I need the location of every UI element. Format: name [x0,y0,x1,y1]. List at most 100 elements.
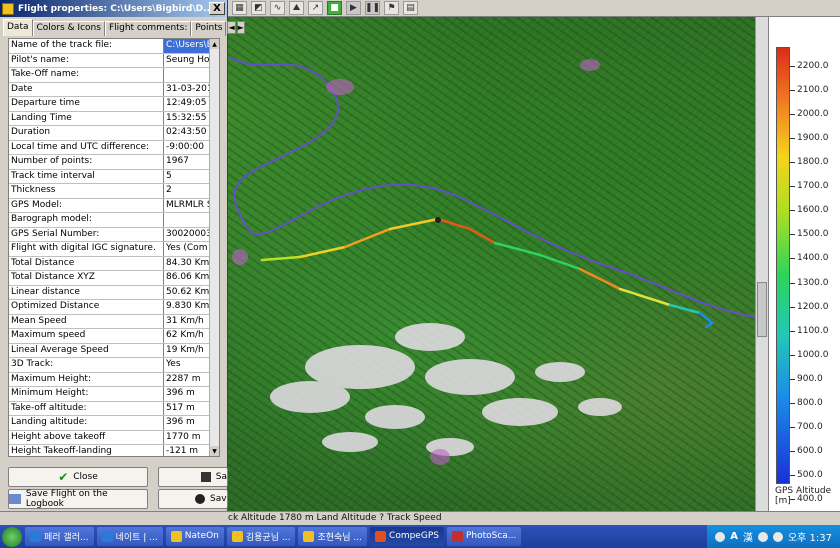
property-key: Barograph model: [9,213,164,227]
network-icon[interactable] [715,531,726,542]
tab-scroll-left-icon[interactable]: ◄ [227,21,236,34]
property-row[interactable]: Mean Speed 31 Km/h [9,314,219,329]
property-row[interactable]: Flight with digital IGC signature. Yes (C… [9,242,219,257]
save-button[interactable]: Sa [158,467,228,487]
tab-colors-icons[interactable]: Colors & Icons [32,21,105,36]
clock[interactable]: 오후 1:37 [788,529,832,544]
help-icon[interactable] [772,531,783,542]
close-button[interactable]: ✔ Close [8,467,148,487]
scale-tick-label: 1800.0 [797,157,829,168]
close-window-button[interactable]: X [209,2,225,15]
property-row[interactable]: Optimized Distance 9.830 Km [9,300,219,315]
property-row[interactable]: Maximum speed 62 Km/h [9,329,219,344]
property-row[interactable]: Take-off altitude: 517 m [9,401,219,416]
property-row[interactable]: Number of points: 1967 [9,155,219,170]
scale-tick [790,162,795,164]
profile-icon[interactable]: ⛰ [289,1,304,15]
property-row[interactable]: GPS Model: MLRMLR S [9,198,219,213]
grid-vertical-scrollbar[interactable]: ▲ ▼ [209,39,219,456]
scale-tick-label: 1900.0 [797,133,829,144]
property-key: Pilot's name: [9,53,164,67]
scale-tick-label: 900.0 [797,373,823,384]
map-vertical-scrollbar[interactable] [755,17,768,511]
scale-tick-label: 2000.0 [797,109,829,120]
taskbar-item[interactable]: CompeGPS [370,526,444,546]
scale-tick-label: 1500.0 [797,229,829,240]
ime-indicator[interactable]: A [730,531,738,542]
property-row[interactable]: Barograph model: [9,213,219,228]
pause-icon[interactable]: ❚❚ [365,1,380,15]
flag-icon[interactable]: ⚑ [384,1,399,15]
scale-title-text: GPS Altitude [775,486,832,496]
scale-tick [790,186,795,188]
start-button[interactable] [2,526,22,547]
dialog-titlebar[interactable]: Flight properties: C:\Users\Bigbird\D...… [0,0,227,17]
property-key: Track time interval [9,169,164,183]
scale-tick [790,354,795,356]
taskbar-item[interactable]: 조현숙님 ... [298,526,368,546]
property-row[interactable]: 3D Track: Yes [9,358,219,373]
taskbar-item[interactable]: 김용균님 ... [226,526,296,546]
satellite-icon[interactable]: ◩ [251,1,266,15]
taskbar-item[interactable]: 네이트 | ... [96,526,163,546]
property-row[interactable]: Landing Time 15:32:55 [9,111,219,126]
scroll-up-arrow-icon[interactable]: ▲ [210,39,219,49]
graph-icon[interactable]: ↗ [308,1,323,15]
scroll-down-arrow-icon[interactable]: ▼ [210,446,219,456]
taskbar-item[interactable]: NateOn [165,526,224,546]
settings-icon[interactable]: ▤ [403,1,418,15]
tab-data[interactable]: Data [3,19,33,36]
record-icon[interactable]: ■ [327,1,342,15]
hanja-indicator[interactable]: 漢 [743,529,753,544]
play-icon[interactable]: ▶ [346,1,361,15]
property-row[interactable]: Local time and UTC difference: -9:00:00 [9,140,219,155]
property-row[interactable]: Height Takeoff-landing -121 m [9,445,219,456]
property-row[interactable]: Track time interval 5 [9,169,219,184]
property-row[interactable]: Take-Off name: [9,68,219,83]
property-key: Departure time [9,97,164,111]
save-logbook-label: Save Flight on the Logbook [25,489,108,509]
property-row[interactable]: Total Distance XYZ 86.06 Km [9,271,219,286]
track-icon[interactable]: ∿ [270,1,285,15]
property-row[interactable]: Total Distance 84.30 Km [9,256,219,271]
property-key: Take-Off name: [9,68,164,82]
app-icon [451,530,463,542]
property-row[interactable]: GPS Serial Number: 300200030 [9,227,219,242]
property-key: Maximum Height: [9,372,164,386]
dialog-title: Flight properties: C:\Users\Bigbird\D... [18,3,209,14]
taskbar-item[interactable]: PhotoSca... [446,526,522,546]
property-row[interactable]: Pilot's name: Seung Ho \ [9,53,219,68]
app-icon [303,530,315,542]
save-variant-button[interactable]: Sav [158,489,228,509]
tab-scroll-right-icon[interactable]: ► [236,21,245,34]
scale-tick [790,282,795,284]
property-key: Landing altitude: [9,416,164,430]
map-icon[interactable]: ▦ [232,1,247,15]
property-key: Local time and UTC difference: [9,140,164,154]
property-row[interactable]: Minimum Height: 396 m [9,387,219,402]
property-row[interactable]: Date 31-03-2014 [9,82,219,97]
property-row[interactable]: Landing altitude: 396 m [9,416,219,431]
app-icon [375,530,387,542]
property-row[interactable]: Name of the track file: C:\Users\B [9,39,219,54]
property-row[interactable]: Lineal Average Speed 19 Km/h [9,343,219,358]
property-row[interactable]: Linear distance 50.62 Km [9,285,219,300]
property-row[interactable]: Maximum Height: 2287 m [9,372,219,387]
property-row[interactable]: Departure time 12:49:05 [9,97,219,112]
main-toolbar: ▦ ◩ ∿ ⛰ ↗ ■ ▶ ❚❚ ⚑ ▤ [228,0,840,17]
property-row[interactable]: Height above takeoff 1770 m [9,430,219,445]
tab-flight-comments[interactable]: Flight comments: [104,21,192,36]
property-key: Duration [9,126,164,140]
property-row[interactable]: Thickness 2 [9,184,219,199]
taskbar-item-label: 네이트 | ... [115,532,158,543]
taskbar-item[interactable]: 페러 갤러... [25,526,94,546]
save-logbook-button[interactable]: Save Flight on the Logbook [8,489,148,509]
property-key: Name of the track file: [9,39,164,53]
property-row[interactable]: Duration 02:43:50 [9,126,219,141]
property-key: Lineal Average Speed [9,343,164,357]
scale-tick-label: 2100.0 [797,85,829,96]
scrollbar-thumb[interactable] [757,282,767,337]
messenger-icon[interactable] [757,531,768,542]
properties-grid[interactable]: Name of the track file: C:\Users\B Pilot's… [8,38,220,457]
tab-points[interactable]: Points [191,21,227,36]
